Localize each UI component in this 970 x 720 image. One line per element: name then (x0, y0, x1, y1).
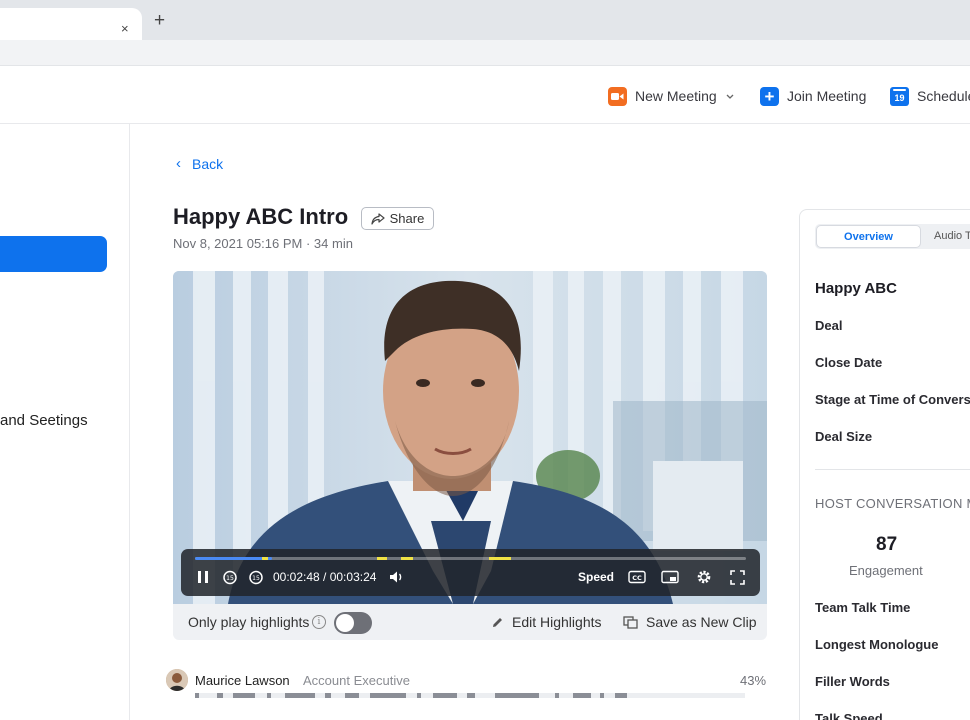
app-header: New Meeting + Join Meeting 19 Schedule (0, 66, 970, 124)
metric-team-talk-time: Team Talk Time (815, 600, 911, 615)
only-play-highlights-label: Only play highlights (188, 614, 310, 630)
fullscreen-icon[interactable] (728, 568, 746, 586)
player-controls: 15 15 00:02:48 / 00:03:24 Speed CC (181, 549, 760, 596)
highlight-marker[interactable] (377, 557, 387, 560)
pencil-icon (493, 617, 502, 627)
calendar-icon: 19 (890, 86, 909, 106)
share-icon (371, 212, 385, 225)
browser-toolbar (0, 40, 970, 66)
closed-captions-icon[interactable]: CC (628, 568, 646, 586)
toggle-knob (336, 614, 354, 632)
field-stage: Stage at Time of Convers (815, 392, 970, 407)
avatar (166, 669, 188, 691)
new-tab-icon[interactable]: + (154, 11, 165, 30)
join-meeting-label: Join Meeting (787, 88, 867, 104)
speaker-talk-percent: 43% (740, 673, 767, 688)
new-meeting-label: New Meeting (635, 88, 717, 104)
volume-icon[interactable] (388, 568, 406, 586)
video-camera-icon (608, 86, 627, 106)
svg-text:CC: CC (632, 574, 642, 582)
svg-text:15: 15 (226, 575, 234, 582)
edit-highlights-label: Edit Highlights (512, 614, 602, 630)
field-deal-size: Deal Size (815, 429, 873, 444)
edit-highlights-button[interactable]: Edit Highlights (491, 614, 602, 630)
tab-overview[interactable]: Overview (816, 225, 921, 248)
page-title: Happy ABC Intro (173, 204, 349, 229)
back-label: Back (192, 155, 224, 172)
schedule-label: Schedule (917, 88, 970, 104)
settings-gear-icon[interactable] (695, 568, 713, 586)
highlight-marker[interactable] (401, 557, 413, 560)
forward-15-icon[interactable]: 15 (248, 568, 264, 586)
recording-meta: Nov 8, 2021 05:16 PM · 34 min (173, 236, 353, 251)
browser-tab-strip: × + (0, 0, 970, 40)
deal-title: Happy ABC (815, 280, 897, 297)
tab-audio-transcript[interactable]: Audio T (934, 230, 970, 242)
metric-filler-words: Filler Words (815, 674, 890, 689)
info-icon[interactable]: i (312, 615, 326, 629)
progress-fill (195, 557, 273, 560)
field-close-date: Close Date (815, 355, 883, 370)
progress-bar[interactable] (195, 557, 746, 560)
save-as-new-clip-button[interactable]: Save as New Clip (623, 614, 757, 630)
section-title: HOST CONVERSATION M (815, 496, 970, 511)
speed-button[interactable]: Speed (578, 570, 614, 584)
share-label: Share (389, 211, 425, 226)
share-button[interactable]: Share (361, 207, 434, 230)
metric-talk-speed: Talk Speed (815, 711, 883, 720)
rewind-15-icon[interactable]: 15 (222, 568, 238, 586)
only-play-highlights-toggle[interactable] (334, 612, 372, 634)
field-deal: Deal (815, 318, 843, 333)
engagement-score: 87 (876, 534, 898, 555)
highlights-bar: Only play highlights i Edit Highlights S… (173, 604, 767, 640)
schedule-button[interactable]: 19 Schedule (890, 86, 970, 106)
clip-icon (623, 615, 638, 629)
divider (815, 469, 970, 470)
new-meeting-button[interactable]: New Meeting (608, 86, 734, 106)
back-link[interactable]: ‹ Back (176, 155, 223, 172)
sidebar: and Seetings (0, 124, 130, 720)
tab-close-icon[interactable]: × (121, 22, 129, 35)
sidebar-item-active[interactable] (0, 236, 107, 272)
metric-longest-monologue: Longest Monologue (815, 637, 939, 652)
browser-tab[interactable]: × (0, 8, 142, 40)
chevron-down-icon[interactable] (726, 91, 734, 101)
pause-icon[interactable] (195, 568, 211, 586)
engagement-label: Engagement (849, 563, 923, 578)
speaker-talk-timeline[interactable] (195, 693, 745, 698)
join-meeting-button[interactable]: + Join Meeting (760, 86, 866, 106)
speaker-role: Account Executive (303, 673, 410, 688)
save-clip-label: Save as New Clip (646, 614, 757, 630)
playback-time: 00:02:48 / 00:03:24 (273, 570, 377, 584)
plus-icon: + (760, 86, 779, 106)
panel-tabs: Overview Audio T (815, 224, 970, 249)
picture-in-picture-icon[interactable] (661, 568, 679, 586)
highlight-marker[interactable] (489, 557, 511, 560)
sidebar-item-settings[interactable]: and Seetings (0, 412, 88, 429)
svg-text:15: 15 (252, 575, 260, 582)
deal-overview-panel: Overview Audio T Happy ABC Deal Close Da… (799, 209, 970, 720)
speaker-name: Maurice Lawson (195, 673, 290, 688)
chevron-left-icon: ‹ (176, 155, 181, 172)
highlight-marker[interactable] (262, 557, 268, 560)
